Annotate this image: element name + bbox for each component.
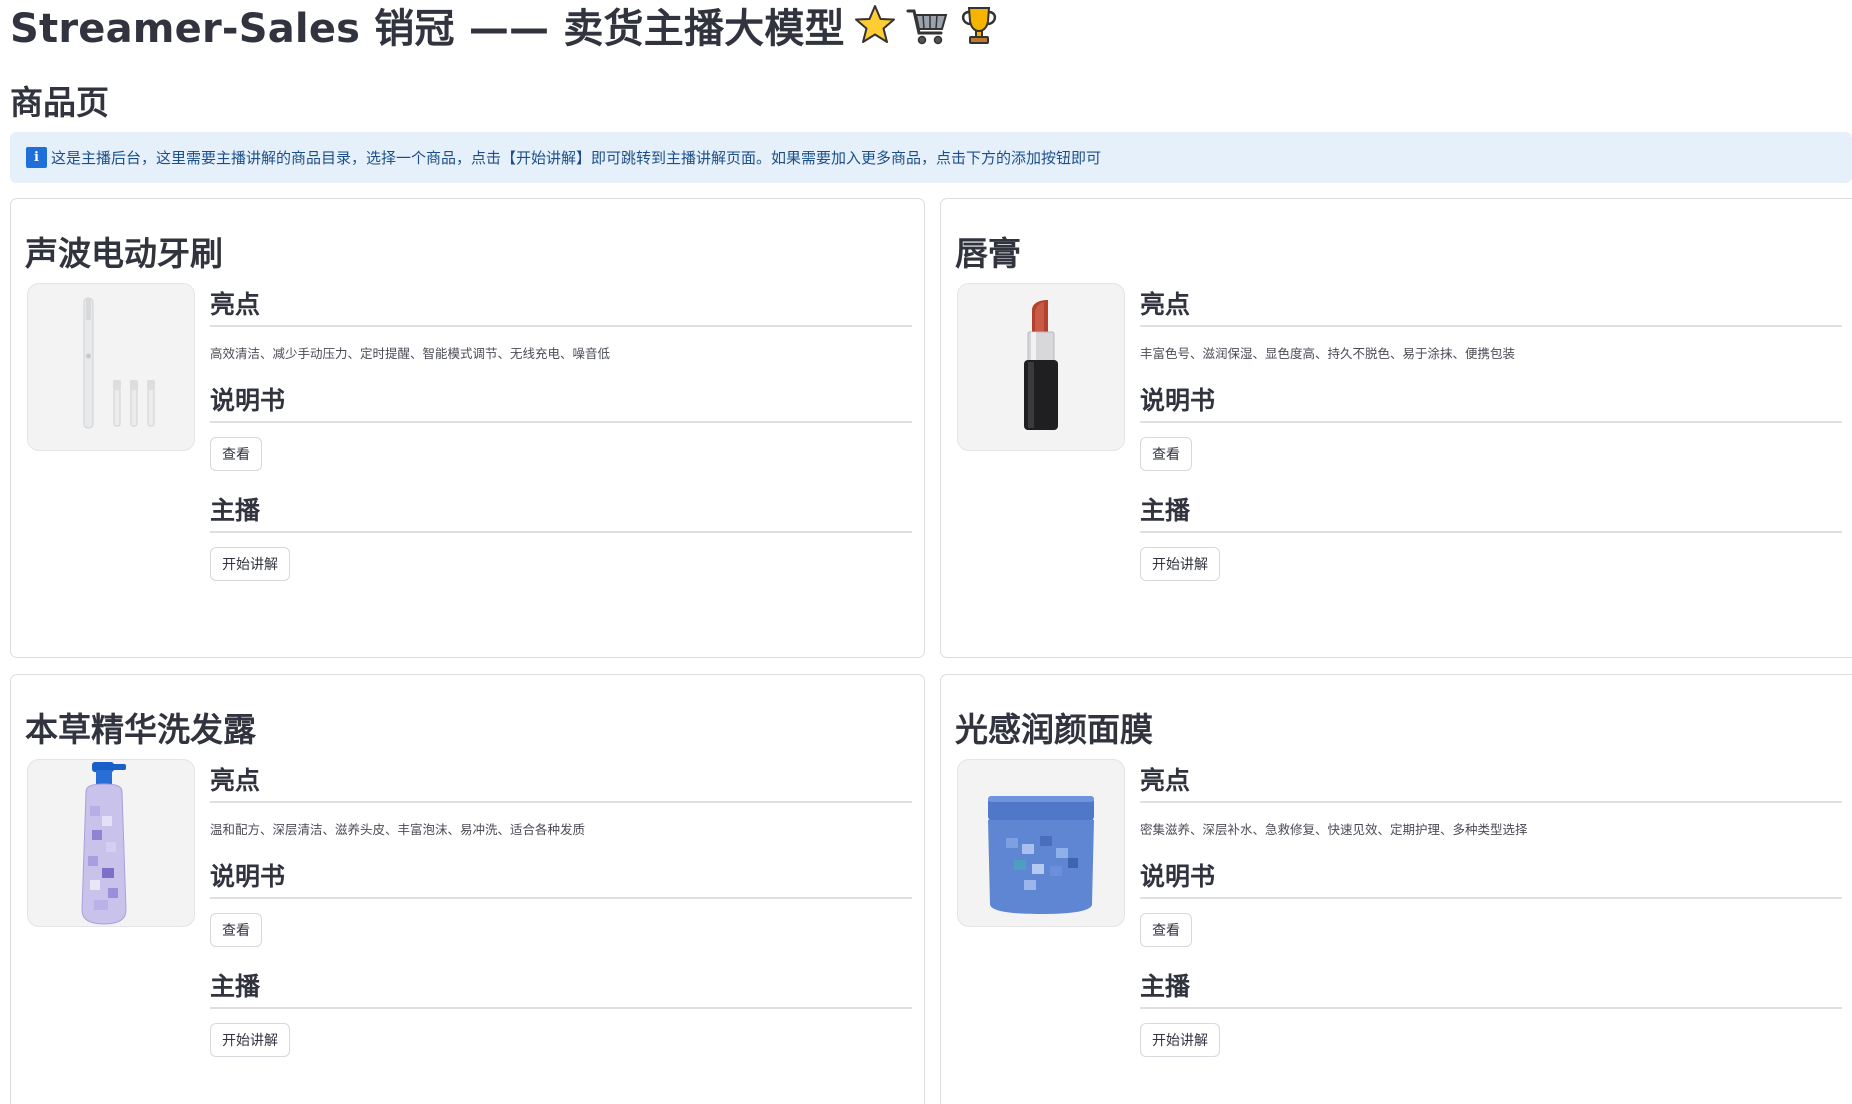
highlights-text: 高效清洁、减少手动压力、定时提醒、智能模式调节、无线充电、噪音低 (210, 346, 611, 361)
product-image-toothbrush (27, 283, 195, 451)
highlights-text: 温和配方、深层清洁、滋养头皮、丰富泡沫、易冲洗、适合各种发质 (210, 822, 586, 837)
product-name: 本草精华洗发露 (25, 710, 256, 749)
trophy-icon (957, 3, 1001, 47)
divider (1140, 801, 1842, 803)
start-explaining-button[interactable]: 开始讲解 (210, 547, 290, 581)
page: Streamer-Sales 销冠 —— 卖货主播大模型 商品页 i 这是主播后… (0, 0, 1852, 1104)
highlights-heading: 亮点 (1140, 766, 1191, 795)
view-manual-button[interactable]: 查看 (210, 913, 262, 947)
product-card-shampoo: 本草精华洗发露 亮点 温和配方、深层清洁、滋养头皮、丰富泡沫、易冲洗、适合各种发… (10, 674, 925, 1104)
manual-heading: 说明书 (210, 386, 286, 415)
product-name: 唇膏 (955, 234, 1021, 273)
product-card-lipstick: 唇膏 亮点 丰富色号、滋润保湿、显色度高、持久不脱色、易于涂抹、便携包装 说明书… (940, 198, 1852, 658)
info-banner: i 这是主播后台，这里需要主播讲解的商品目录，选择一个商品，点击【开始讲解】即可… (10, 132, 1852, 183)
product-name: 声波电动牙刷 (25, 234, 223, 273)
manual-heading: 说明书 (1140, 862, 1216, 891)
star-icon (853, 3, 897, 47)
manual-heading: 说明书 (210, 862, 286, 891)
divider (210, 801, 912, 803)
product-image-face-mask (957, 759, 1125, 927)
highlights-text: 丰富色号、滋润保湿、显色度高、持久不脱色、易于涂抹、便携包装 (1140, 346, 1516, 361)
product-card-toothbrush: 声波电动牙刷 亮点 高效清洁、减少手动压力、定时提醒、智能模式调节、无线充电、噪… (10, 198, 925, 658)
product-card-face-mask: 光感润颜面膜 亮点 密集滋养、深层补水、急救修复、快速见效、定期护理、多种类型选… (940, 674, 1852, 1104)
shopping-cart-icon (905, 3, 949, 47)
info-icon: i (26, 147, 47, 168)
highlights-heading: 亮点 (210, 766, 261, 795)
highlights-heading: 亮点 (210, 290, 261, 319)
manual-heading: 说明书 (1140, 386, 1216, 415)
product-image-lipstick (957, 283, 1125, 451)
streamer-heading: 主播 (1140, 496, 1191, 525)
product-image-shampoo (27, 759, 195, 927)
app-title: Streamer-Sales 销冠 —— 卖货主播大模型 (10, 0, 1001, 52)
view-manual-button[interactable]: 查看 (210, 437, 262, 471)
product-name: 光感润颜面膜 (955, 710, 1153, 749)
streamer-heading: 主播 (1140, 972, 1191, 1001)
streamer-heading: 主播 (210, 972, 261, 1001)
product-details: 亮点 密集滋养、深层补水、急救修复、快速见效、定期护理、多种类型选择 说明书 查… (1140, 759, 1842, 1057)
page-title: 商品页 (10, 83, 109, 122)
highlights-heading: 亮点 (1140, 290, 1191, 319)
product-details: 亮点 丰富色号、滋润保湿、显色度高、持久不脱色、易于涂抹、便携包装 说明书 查看… (1140, 283, 1842, 581)
info-message: 这是主播后台，这里需要主播讲解的商品目录，选择一个商品，点击【开始讲解】即可跳转… (51, 149, 1102, 167)
product-details: 亮点 高效清洁、减少手动压力、定时提醒、智能模式调节、无线充电、噪音低 说明书 … (210, 283, 912, 581)
divider (1140, 325, 1842, 327)
divider (210, 325, 912, 327)
start-explaining-button[interactable]: 开始讲解 (1140, 1023, 1220, 1057)
streamer-heading: 主播 (210, 496, 261, 525)
start-explaining-button[interactable]: 开始讲解 (210, 1023, 290, 1057)
highlights-text: 密集滋养、深层补水、急救修复、快速见效、定期护理、多种类型选择 (1140, 822, 1528, 837)
start-explaining-button[interactable]: 开始讲解 (1140, 547, 1220, 581)
view-manual-button[interactable]: 查看 (1140, 913, 1192, 947)
product-details: 亮点 温和配方、深层清洁、滋养头皮、丰富泡沫、易冲洗、适合各种发质 说明书 查看… (210, 759, 912, 1057)
view-manual-button[interactable]: 查看 (1140, 437, 1192, 471)
app-title-text: Streamer-Sales 销冠 —— 卖货主播大模型 (10, 6, 845, 52)
